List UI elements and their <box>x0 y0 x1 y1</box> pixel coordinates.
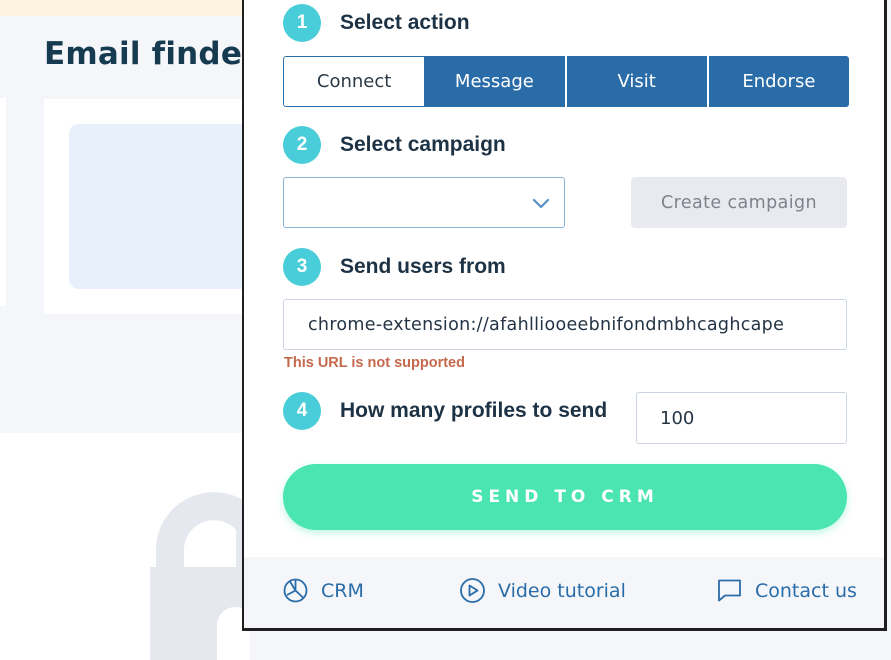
action-visit-button[interactable]: Visit <box>564 56 707 107</box>
crm-chart-icon <box>283 578 308 603</box>
play-icon <box>460 578 485 603</box>
step-4-label: How many profiles to send <box>340 399 608 422</box>
source-url-input[interactable]: chrome-extension://afahllioo​eebnifondmb… <box>283 299 847 350</box>
create-campaign-button[interactable]: Create campaign <box>631 177 847 228</box>
step-4-badge: 4 <box>283 392 321 430</box>
step-2-badge: 2 <box>283 126 321 164</box>
notice-strip <box>0 0 245 16</box>
contact-us-link[interactable]: Contact us <box>716 577 857 604</box>
step-3-badge: 3 <box>283 248 321 286</box>
send-to-crm-button[interactable]: SEND TO CRM <box>283 464 847 530</box>
chevron-down-icon <box>532 198 550 209</box>
action-connect-button[interactable]: Connect <box>283 56 425 107</box>
step-1-badge: 1 <box>283 4 321 42</box>
action-endorse-button[interactable]: Endorse <box>706 56 849 107</box>
video-tutorial-label: Video tutorial <box>498 579 626 602</box>
lock-icon <box>150 492 250 660</box>
profiles-count-value: 100 <box>660 407 695 429</box>
background-card-inner <box>69 124 245 289</box>
background-panel <box>0 98 6 306</box>
video-tutorial-link[interactable]: Video tutorial <box>459 577 626 604</box>
url-error-message: This URL is not supported <box>284 355 465 371</box>
step-2-label: Select campaign <box>340 133 506 156</box>
step-3-label: Send users from <box>340 255 506 278</box>
action-message-button[interactable]: Message <box>424 56 565 107</box>
source-url-value: chrome-extension://afahllioo​eebnifondmb… <box>308 314 785 335</box>
chat-icon <box>718 579 741 602</box>
panel-footer: CRM Video tutorial Contact us <box>244 557 884 628</box>
send-to-crm-panel: 1 Select action Connect Message Visit En… <box>242 0 887 631</box>
crm-link-label: CRM <box>321 579 364 602</box>
contact-us-label: Contact us <box>755 579 857 602</box>
action-selector: Connect Message Visit Endorse <box>283 56 849 107</box>
step-1-label: Select action <box>340 11 470 34</box>
campaign-select[interactable] <box>283 177 565 228</box>
crm-link[interactable]: CRM <box>282 577 364 604</box>
profiles-count-input[interactable]: 100 <box>636 392 847 444</box>
page-title: Email finder <box>44 36 258 72</box>
